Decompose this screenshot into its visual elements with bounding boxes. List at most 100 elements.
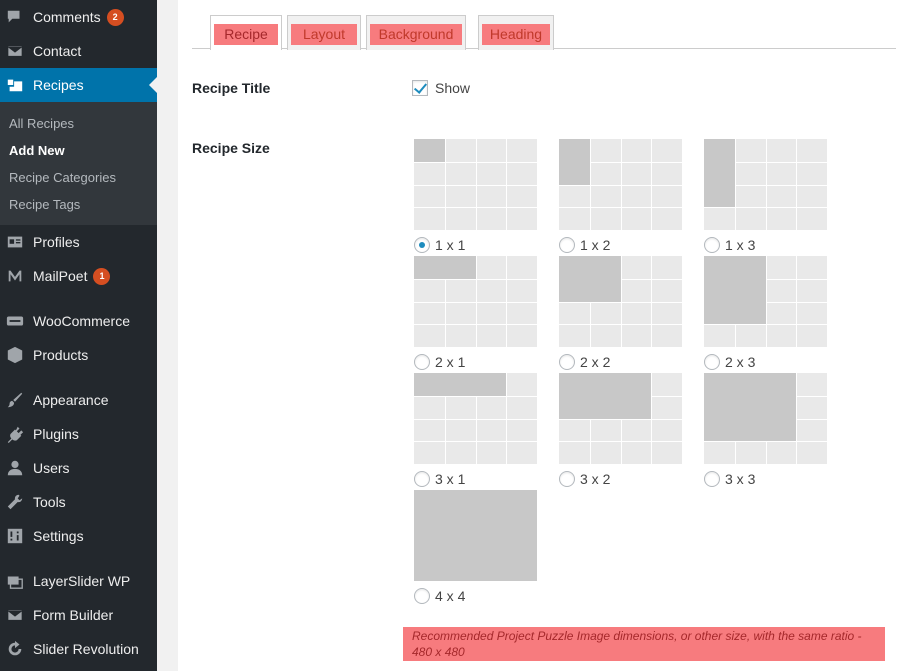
size-radio-1x2[interactable] <box>559 237 575 253</box>
menu-item-label: Users <box>33 460 70 476</box>
menu-item-slider-revolution[interactable]: Slider Revolution <box>0 632 157 666</box>
menu-item-label: Slider Revolution <box>33 641 139 657</box>
size-preview-2x2[interactable] <box>559 256 682 347</box>
comments-icon <box>5 7 25 27</box>
menu-item-appearance[interactable]: Appearance <box>0 383 157 417</box>
menu-item-woocommerce[interactable]: WooCommerce <box>0 304 157 338</box>
size-radio-label: 2 x 2 <box>580 354 611 370</box>
menu-item-users[interactable]: Users <box>0 451 157 485</box>
menu-item-contact[interactable]: Contact <box>0 34 157 68</box>
size-radio-1x1[interactable] <box>414 237 430 253</box>
grid-line <box>559 207 682 208</box>
grid-line <box>765 279 827 280</box>
grid-line <box>620 279 682 280</box>
menu-item-profiles[interactable]: Profiles <box>0 225 157 259</box>
size-preview-1x2[interactable] <box>559 139 682 230</box>
grid-line <box>476 395 477 464</box>
settings-panel: Recipe Layout Background Heading Recipe … <box>178 0 900 671</box>
size-radio-2x1[interactable] <box>414 354 430 370</box>
size-radio-label: 1 x 1 <box>435 237 466 253</box>
tab-background[interactable]: Background <box>366 15 466 50</box>
size-preview-fill <box>414 373 507 396</box>
main-content: Recipe Layout Background Heading Recipe … <box>157 0 900 671</box>
size-preview-2x3[interactable] <box>704 256 827 347</box>
size-radio-3x3[interactable] <box>704 471 720 487</box>
menu-item-recipes[interactable]: Recipes <box>0 68 157 102</box>
grid-line <box>414 279 537 280</box>
size-radio-4x4[interactable] <box>414 588 430 604</box>
tab-recipe[interactable]: Recipe <box>210 15 282 50</box>
mailpoet-icon <box>5 266 25 286</box>
size-preview-1x1[interactable] <box>414 139 537 230</box>
grid-line <box>414 441 537 442</box>
size-preview-3x3[interactable] <box>704 373 827 464</box>
submenu-recipe-tags[interactable]: Recipe Tags <box>9 197 80 212</box>
mailpoet-count-badge: 1 <box>93 267 111 285</box>
menu-item-form-builder[interactable]: Form Builder <box>0 598 157 632</box>
size-radio-2x3[interactable] <box>704 354 720 370</box>
plugin-icon <box>5 424 25 444</box>
menu-item-products[interactable]: Products <box>0 338 157 372</box>
layers-icon <box>5 571 25 591</box>
menu-item-settings[interactable]: Settings <box>0 519 157 553</box>
recipes-submenu: All Recipes Add New Recipe Categories Re… <box>0 102 157 225</box>
grid-line <box>734 162 827 163</box>
size-radio-1x3[interactable] <box>704 237 720 253</box>
size-preview-fill <box>704 139 735 208</box>
grid-line <box>559 185 682 186</box>
menu-item-label: Appearance <box>33 392 109 408</box>
grid-line <box>414 302 537 303</box>
size-preview-1x3[interactable] <box>704 139 827 230</box>
size-radio-3x1[interactable] <box>414 471 430 487</box>
recipe-title-label: Recipe Title <box>192 80 271 96</box>
id-card-icon <box>5 232 25 252</box>
size-preview-3x2[interactable] <box>559 373 682 464</box>
size-preview-2x1[interactable] <box>414 256 537 347</box>
size-preview-4x4[interactable] <box>414 490 537 581</box>
size-preview-fill <box>559 139 590 185</box>
recommended-dimensions-note: Recommended Project Puzzle Image dimensi… <box>403 627 885 661</box>
size-preview-fill <box>559 373 652 419</box>
tab-layout[interactable]: Layout <box>287 15 361 50</box>
grid-line <box>704 207 827 208</box>
tab-label: Layout <box>302 26 346 42</box>
show-title-checkbox[interactable] <box>412 80 428 96</box>
submenu-all-recipes[interactable]: All Recipes <box>9 116 74 131</box>
grid-line <box>796 419 827 420</box>
menu-item-label: Contact <box>33 43 82 59</box>
submenu-add-new[interactable]: Add New <box>9 143 65 158</box>
menu-item-plugins[interactable]: Plugins <box>0 417 157 451</box>
settings-tabs: Recipe Layout Background Heading <box>192 15 896 50</box>
grid-line <box>414 324 537 325</box>
menu-item-label: Tools <box>33 494 66 510</box>
menu-item-layerslider[interactable]: LayerSlider WP <box>0 564 157 598</box>
menu-item-label: MailPoet <box>33 268 88 284</box>
menu-item-tools[interactable]: Tools <box>0 485 157 519</box>
size-preview-fill <box>414 139 445 162</box>
size-preview-fill <box>704 373 797 442</box>
menu-item-mailpoet[interactable]: MailPoet 1 <box>0 259 157 293</box>
size-radio-2x2[interactable] <box>559 354 575 370</box>
size-preview-3x1[interactable] <box>414 373 537 464</box>
grid-line <box>704 324 827 325</box>
comments-count-badge: 2 <box>106 8 124 26</box>
submenu-recipe-categories[interactable]: Recipe Categories <box>9 170 116 185</box>
envelope-icon <box>5 41 25 61</box>
menu-item-label: Form Builder <box>33 607 114 623</box>
size-radio-label: 1 x 2 <box>580 237 611 253</box>
grid-line <box>735 324 736 347</box>
menu-item-label: Settings <box>33 528 84 544</box>
menu-item-comments[interactable]: Comments 2 <box>0 0 157 34</box>
grid-line <box>414 185 537 186</box>
size-radio-3x2[interactable] <box>559 471 575 487</box>
size-radio-label: 2 x 3 <box>725 354 756 370</box>
size-preview-fill <box>414 490 537 581</box>
size-radio-label: 4 x 4 <box>435 588 466 604</box>
grid-line <box>704 441 827 442</box>
size-radio-label: 2 x 1 <box>435 354 466 370</box>
grid-line <box>651 396 682 397</box>
envelope-icon <box>5 605 25 625</box>
tab-heading[interactable]: Heading <box>478 15 554 50</box>
menu-item-label: Profiles <box>33 234 80 250</box>
menu-item-label: Products <box>33 347 89 363</box>
